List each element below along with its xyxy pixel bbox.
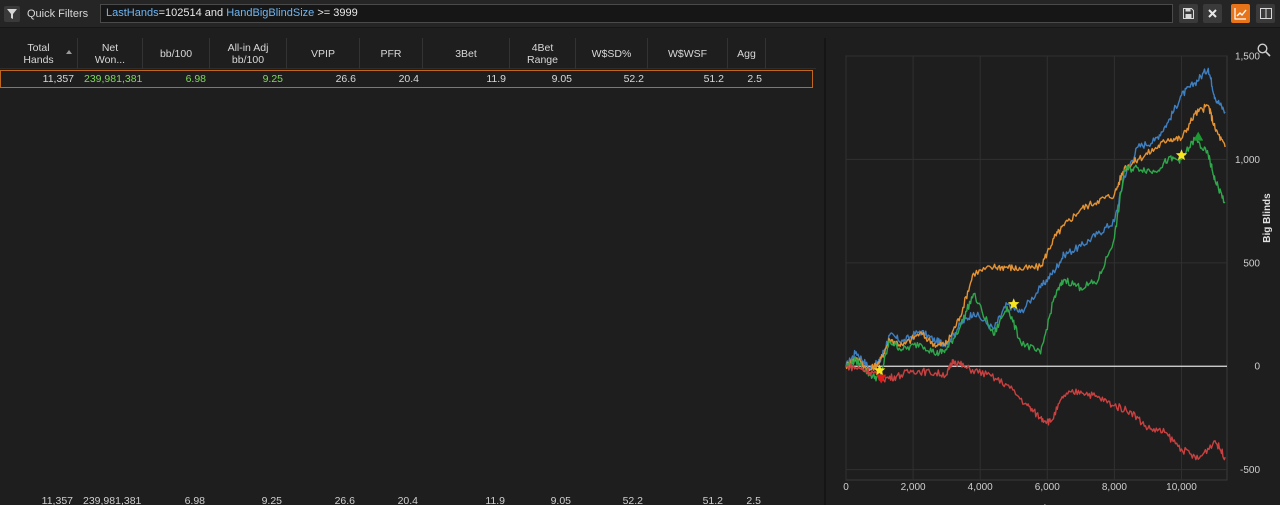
cell-net-won: 239,981,381 (83, 495, 142, 505)
column-header-net-won[interactable]: Net Won... (78, 38, 143, 69)
close-icon (1208, 9, 1217, 18)
column-header-agg[interactable]: Agg (728, 38, 766, 69)
column-header-label: VPIP (311, 47, 335, 60)
cell-total-hands: 11,357 (41, 495, 73, 505)
quick-filter-bar: Quick Filters LastHands=102514 and HandB… (0, 0, 1280, 28)
app-window: Quick Filters LastHands=102514 and HandB… (0, 0, 1280, 505)
series-line-1 (845, 103, 1226, 372)
cell-3bet: 11.9 (485, 495, 505, 505)
cell-wwsf: 51.2 (702, 495, 723, 505)
cell-net-won: 239,981,381 (84, 73, 143, 85)
filter-token: LastHands (106, 7, 159, 19)
cell-vpip: 26.6 (335, 73, 356, 85)
cell-allin-bb100: 9.25 (261, 495, 282, 505)
cell-bb100: 6.98 (184, 495, 205, 505)
column-header-label: W$WSF (667, 47, 708, 60)
results-graph: 0 2,000 4,000 6,000 8,000 10,000 -500 0 500 1,000… (826, 38, 1280, 505)
column-header-label: W$SD% (591, 47, 632, 60)
column-header-wwsf[interactable]: W$WSF (648, 38, 728, 69)
line-chart-icon (1234, 8, 1247, 20)
column-header-label: Agg (737, 47, 756, 60)
column-header-label: Total Hands (23, 41, 54, 66)
column-header-label: bb/100 (159, 47, 193, 60)
cell-wsd: 52.2 (622, 495, 643, 505)
x-tick-label: 8,000 (1102, 482, 1127, 493)
cell-total-hands: 11,357 (42, 73, 74, 85)
quick-filters-button[interactable]: Quick Filters (4, 4, 90, 24)
cell-wwsf: 51.2 (703, 73, 724, 85)
series-line-0 (845, 67, 1226, 371)
column-header-wsd[interactable]: W$SD% (576, 38, 648, 69)
x-tick-label: 0 (843, 482, 849, 493)
y-tick-label: 500 (1243, 258, 1260, 269)
sort-ascending-icon (66, 50, 72, 54)
results-graph-svg: 0 2,000 4,000 6,000 8,000 10,000 -500 0 500 1,000… (843, 52, 1273, 505)
filter-token: HandBigBlindSize (226, 7, 315, 19)
quick-filters-label: Quick Filters (27, 8, 89, 20)
cell-agg: 2.5 (746, 495, 761, 505)
split-panel-icon (1259, 8, 1272, 19)
cell-agg: 2.5 (747, 73, 762, 85)
funnel-icon (4, 6, 20, 22)
x-tick-label: 6,000 (1035, 482, 1060, 493)
cell-pfr: 20.4 (398, 73, 419, 85)
column-header-3bet[interactable]: 3Bet (423, 38, 510, 69)
column-header-label: 3Bet (455, 47, 477, 60)
cell-allin-bb100: 9.25 (262, 73, 283, 85)
cell-3bet: 11.9 (486, 73, 506, 85)
column-header-total-hands[interactable]: Total Hands (0, 38, 78, 69)
y-axis-label: Big Blinds (1262, 193, 1273, 243)
y-tick-label: -500 (1240, 465, 1260, 476)
save-icon (1183, 8, 1194, 19)
filter-token: =102514 (158, 7, 205, 19)
graph-zoom-button[interactable] (1257, 43, 1273, 59)
cell-wsd: 52.2 (623, 73, 644, 85)
column-header-label: All-in Adj bb/100 (227, 41, 269, 66)
x-tick-label: 10,000 (1166, 482, 1197, 493)
column-header-4bet[interactable]: 4Bet Range (510, 38, 576, 69)
x-tick-label: 4,000 (968, 482, 993, 493)
series-line-3 (845, 359, 1226, 461)
table-row[interactable]: 11,357 239,981,381 6.98 9.25 26.6 20.4 11.9 9.0… (0, 70, 813, 88)
magnifier-icon (1257, 43, 1271, 57)
column-header-label: 4Bet Range (527, 41, 558, 66)
clear-filter-button[interactable] (1203, 4, 1222, 23)
column-header-vpip[interactable]: VPIP (287, 38, 360, 69)
graph-view-toggle[interactable] (1231, 4, 1250, 23)
filter-token: >= (314, 7, 334, 19)
column-header-bb100[interactable]: bb/100 (143, 38, 210, 69)
filter-token: 3999 (333, 7, 358, 19)
all-in-win-marker (1193, 131, 1204, 141)
column-header-label: PFR (380, 47, 402, 60)
cell-4bet: 9.05 (551, 73, 572, 85)
table-header: Total Hands Net Won... bb/100 All-in Adj bb… (0, 38, 816, 69)
y-tick-label: 0 (1254, 362, 1260, 373)
cell-bb100: 6.98 (185, 73, 206, 85)
filter-token: and (204, 7, 227, 19)
cell-4bet: 9.05 (550, 495, 571, 505)
save-filter-button[interactable] (1179, 4, 1198, 23)
layout-toggle-button[interactable] (1256, 4, 1275, 23)
column-header-allin-bb100[interactable]: All-in Adj bb/100 (210, 38, 287, 69)
cell-vpip: 26.6 (334, 495, 355, 505)
column-header-label: Net Won... (94, 41, 126, 66)
y-tick-label: 1,000 (1235, 155, 1260, 166)
stats-table: Total Hands Net Won... bb/100 All-in Adj bb… (0, 38, 818, 505)
totals-row: 11,357 239,981,381 6.98 9.25 26.6 20.4 11.9 9.0… (0, 493, 818, 505)
column-header-pfr[interactable]: PFR (360, 38, 423, 69)
filter-query-input[interactable]: LastHands=102514 and HandBigBlindSize >=… (100, 4, 1173, 23)
cell-pfr: 20.4 (397, 495, 418, 505)
x-tick-label: 2,000 (901, 482, 926, 493)
